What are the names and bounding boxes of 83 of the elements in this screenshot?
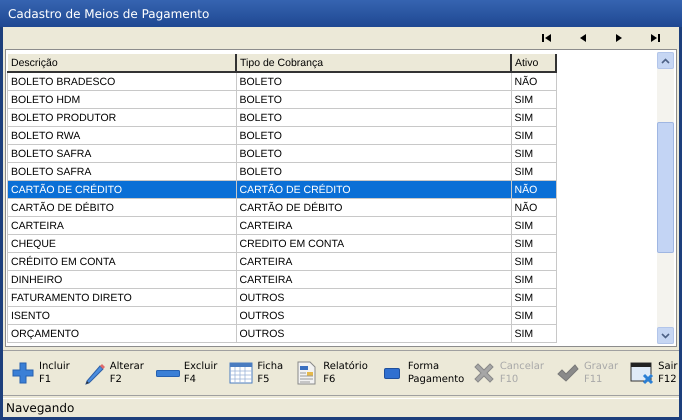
table-cell: SIM bbox=[511, 234, 556, 252]
table-cell: BOLETO bbox=[236, 72, 511, 90]
table-cell: SIM bbox=[511, 306, 556, 324]
table-cell: CRÉDITO EM CONTA bbox=[8, 252, 236, 270]
triangle-first-icon bbox=[542, 33, 552, 43]
column-header[interactable]: Descrição bbox=[8, 54, 236, 72]
table-row[interactable]: DINHEIRO CARTEIRA SIM bbox=[8, 270, 556, 288]
toolbar-button[interactable]: Ficha F5 bbox=[229, 360, 284, 386]
table-cell: CARTÃO DE CRÉDITO bbox=[8, 180, 236, 198]
table-row[interactable]: CRÉDITO EM CONTA CARTEIRA SIM bbox=[8, 252, 556, 270]
triangle-prior-icon bbox=[578, 33, 588, 43]
table-cell: CARTÃO DE DÉBITO bbox=[8, 198, 236, 216]
table-row[interactable]: ORÇAMENTO OUTROS SIM bbox=[8, 324, 556, 342]
table-row[interactable]: CARTEIRA CARTEIRA SIM bbox=[8, 216, 556, 234]
table-row[interactable]: BOLETO BRADESCO BOLETO NÃO bbox=[8, 72, 556, 90]
table-cell: SIM bbox=[511, 90, 556, 108]
table-cell: BOLETO RWA bbox=[8, 126, 236, 144]
table-cell: BOLETO SAFRA bbox=[8, 144, 236, 162]
table-cell: CARTEIRA bbox=[236, 216, 511, 234]
table-cell: ISENTO bbox=[8, 306, 236, 324]
table-cell: BOLETO BRADESCO bbox=[8, 72, 236, 90]
toolbar-button[interactable]: Incluir F1 bbox=[11, 360, 70, 386]
table-cell: BOLETO bbox=[236, 90, 511, 108]
table-cell: CHEQUE bbox=[8, 234, 236, 252]
triangle-last-icon bbox=[650, 33, 660, 43]
plus-icon bbox=[11, 361, 35, 385]
column-header[interactable]: Tipo de Cobrança bbox=[236, 54, 511, 72]
table-row[interactable]: ISENTO OUTROS SIM bbox=[8, 306, 556, 324]
table-cell: FATURAMENTO DIRETO bbox=[8, 288, 236, 306]
table-row[interactable]: BOLETO RWA BOLETO SIM bbox=[8, 126, 556, 144]
table-cell: BOLETO bbox=[236, 126, 511, 144]
table-cell: DINHEIRO bbox=[8, 270, 236, 288]
chevron-up-icon bbox=[661, 58, 670, 64]
table-row[interactable]: CARTÃO DE DÉBITO CARTÃO DE DÉBITO NÃO bbox=[8, 198, 556, 216]
table-cell: ORÇAMENTO bbox=[8, 324, 236, 342]
table-cell: CREDITO EM CONTA bbox=[236, 234, 511, 252]
column-header[interactable]: Ativo bbox=[511, 54, 556, 72]
table-cell: CARTÃO DE DÉBITO bbox=[236, 198, 511, 216]
scroll-bar[interactable] bbox=[657, 52, 674, 344]
table-row[interactable]: CARTÃO DE CRÉDITO CARTÃO DE CRÉDITO NÃO bbox=[8, 180, 556, 198]
card-icon bbox=[384, 368, 400, 378]
table-cell: SIM bbox=[511, 108, 556, 126]
table-cell: SIM bbox=[511, 324, 556, 342]
table-cell: OUTROS bbox=[236, 324, 511, 342]
table-cell: SIM bbox=[511, 270, 556, 288]
table-row[interactable]: BOLETO HDM BOLETO SIM bbox=[8, 90, 556, 108]
table-cell: SIM bbox=[511, 144, 556, 162]
table-cell: CARTEIRA bbox=[236, 252, 511, 270]
toolbar-button[interactable]: Relatório F6 bbox=[295, 360, 368, 386]
chevron-down-icon bbox=[661, 332, 670, 338]
table-cell: SIM bbox=[511, 126, 556, 144]
status-text: Navegando bbox=[6, 401, 74, 415]
table-cell: CARTÃO DE CRÉDITO bbox=[236, 180, 511, 198]
table-cell: BOLETO HDM bbox=[8, 90, 236, 108]
minus-icon bbox=[156, 370, 180, 376]
table-cell: BOLETO bbox=[236, 144, 511, 162]
table-cell: NÃO bbox=[511, 198, 556, 216]
window-exit-icon bbox=[630, 361, 654, 385]
table-cell: OUTROS bbox=[236, 288, 511, 306]
scroll-down-button[interactable] bbox=[657, 327, 674, 344]
cross-icon bbox=[472, 361, 496, 385]
toolbar-button[interactable]: Alterar F2 bbox=[82, 360, 144, 386]
table-cell: SIM bbox=[511, 252, 556, 270]
triangle-next-icon bbox=[614, 33, 624, 43]
calendar-grid-icon bbox=[229, 361, 254, 385]
table-cell: CARTEIRA bbox=[8, 216, 236, 234]
table-cell: NÃO bbox=[511, 180, 556, 198]
toolbar-button[interactable]: Excluir F4 bbox=[156, 360, 218, 386]
table-cell: BOLETO bbox=[236, 108, 511, 126]
table-cell: BOLETO PRODUTOR bbox=[8, 108, 236, 126]
table-cell: OUTROS bbox=[236, 306, 511, 324]
toolbar-button[interactable]: Sair F12 bbox=[630, 360, 678, 386]
table-cell: CARTEIRA bbox=[236, 270, 511, 288]
table-row[interactable]: CHEQUE CREDITO EM CONTA SIM bbox=[8, 234, 556, 252]
table-row[interactable]: BOLETO PRODUTOR BOLETO SIM bbox=[8, 108, 556, 126]
table-row[interactable]: FATURAMENTO DIRETO OUTROS SIM bbox=[8, 288, 556, 306]
table-cell: SIM bbox=[511, 288, 556, 306]
table-cell: SIM bbox=[511, 216, 556, 234]
scroll-thumb[interactable] bbox=[657, 122, 674, 253]
table-row[interactable]: BOLETO SAFRA BOLETO SIM bbox=[8, 144, 556, 162]
window-title: Cadastro de Meios de Pagamento bbox=[8, 6, 210, 20]
table-cell: NÃO bbox=[511, 72, 556, 90]
scroll-up-button[interactable] bbox=[657, 52, 674, 69]
